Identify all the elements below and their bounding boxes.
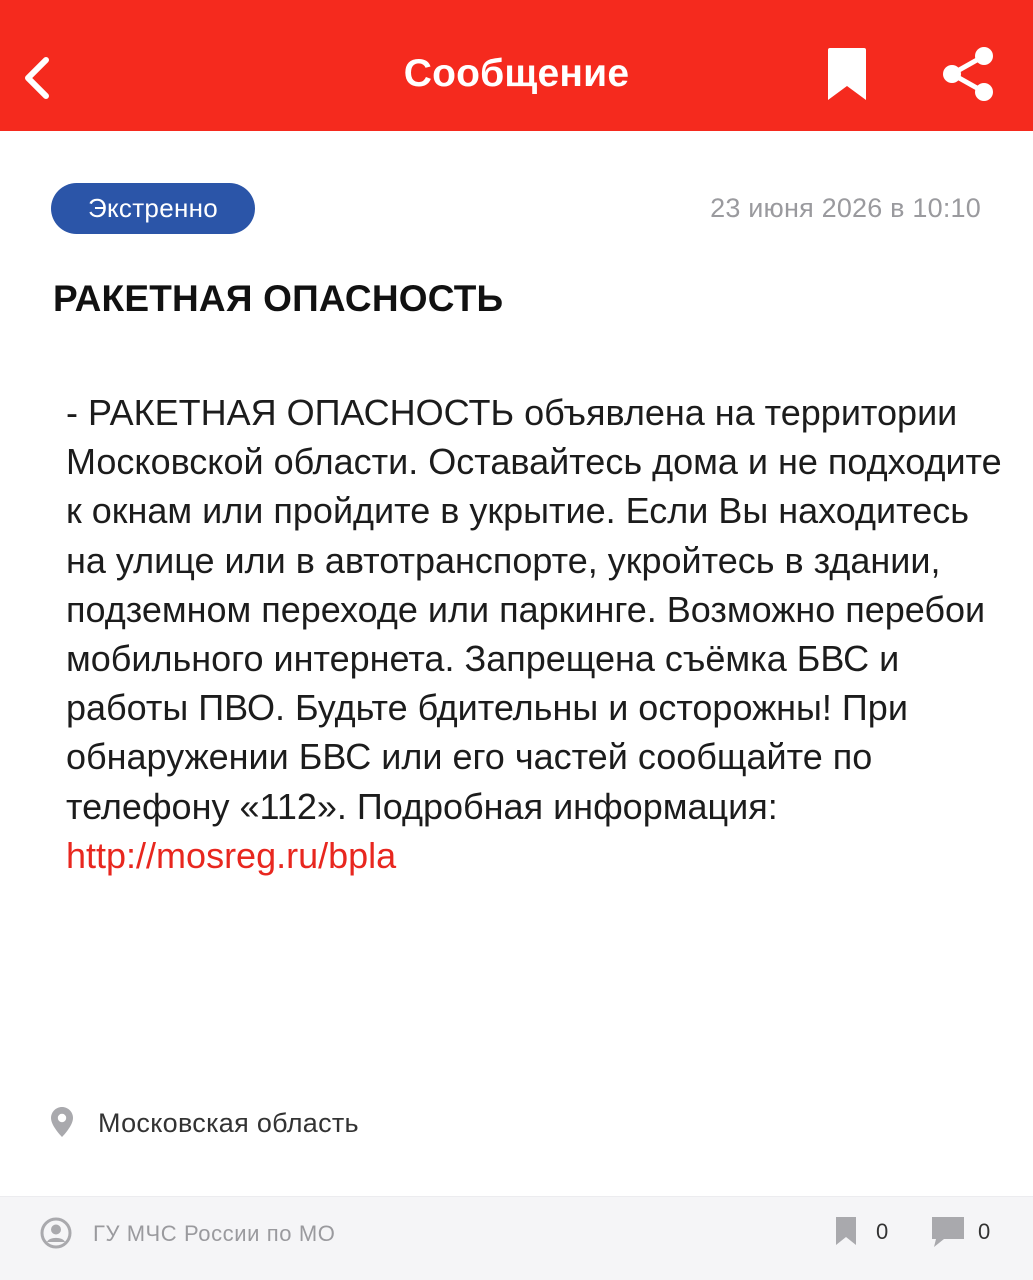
bookmark-icon [828,48,866,100]
page-title: Сообщение [403,52,630,95]
footer-bar: ГУ МЧС России по МО 0 0 [0,1196,1033,1280]
message-title: РАКЕТНАЯ ОПАСНОСТЬ [53,278,504,319]
location-label: Московская область [98,1108,359,1138]
bookmarks-count: 0 [876,1219,889,1244]
source-label: ГУ МЧС России по МО [93,1221,336,1246]
comment-icon[interactable] [930,1215,966,1249]
urgency-badge: Экстренно [51,183,255,234]
message-body: - РАКЕТНАЯ ОПАСНОСТЬ объявлена на террит… [66,388,1006,880]
bookmark-count-icon[interactable] [834,1216,858,1246]
message-date: 23 июня 2026 в 10:10 [710,193,981,223]
message-text: - РАКЕТНАЯ ОПАСНОСТЬ объявлена на террит… [66,392,1002,827]
top-bar: Сообщение [0,0,1033,131]
info-link[interactable]: http://mosreg.ru/bpla [66,835,396,876]
location-pin-icon [51,1107,73,1137]
comments-count: 0 [978,1219,991,1244]
share-icon [943,47,993,101]
message-screen: Сообщение Экстренно 23 июня 2026 в 10:10… [0,0,1033,1280]
user-circle-icon [40,1217,72,1249]
share-button[interactable] [940,44,996,104]
bookmark-button[interactable] [822,46,872,104]
